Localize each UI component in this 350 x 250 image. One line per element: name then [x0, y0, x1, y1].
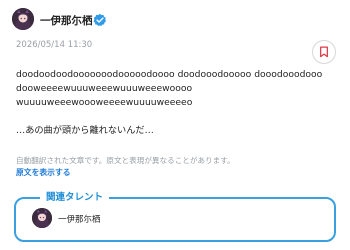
post-body-line: wuuuuweeewoooweeeewuuuuweeeeo: [16, 97, 193, 108]
post-body-blank-line: [16, 110, 338, 124]
post-body: doodoodoodooooooodooooodoooo doodooodooo…: [16, 68, 338, 138]
talent-name[interactable]: 一伊那尓栖: [58, 213, 101, 225]
author-avatar[interactable]: [12, 8, 34, 30]
avatar-portrait-icon: [32, 208, 52, 228]
avatar-portrait-icon: [12, 8, 34, 30]
post-body-line: doodoodoodooooooodooooodoooo doodooodooo…: [16, 69, 323, 80]
post-timestamp: 2026/05/14 11:30: [16, 40, 93, 50]
talent-avatar[interactable]: [32, 208, 52, 228]
post-body-line: dooweeeewuuuweeewuuuweeewoooo: [16, 83, 193, 94]
show-original-link[interactable]: 原文を表示する: [16, 167, 71, 178]
bookmark-button[interactable]: [312, 40, 336, 64]
verified-badge-icon: [93, 12, 107, 27]
bookmark-icon: [320, 46, 328, 58]
related-talent-title: 関連タレント: [40, 189, 110, 203]
post-body-line: …あの曲が頭から離れないんだ…: [16, 125, 154, 136]
auto-translation-note: 自動翻訳された文章です。原文と表現が異なることがあります。: [16, 156, 235, 165]
author-name[interactable]: 一伊那尓栖: [40, 13, 93, 28]
